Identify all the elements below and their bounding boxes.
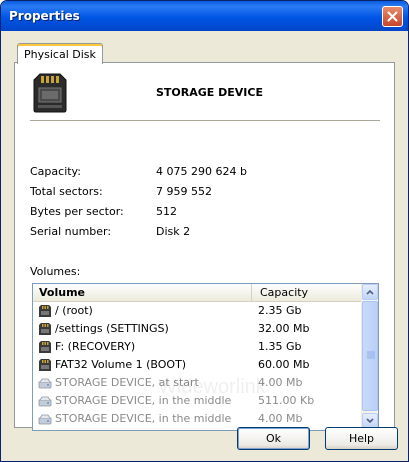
volumes-label: Volumes: (30, 265, 81, 278)
storage-device-icon (33, 73, 67, 113)
volume-capacity: 32.00 Mb (258, 322, 310, 335)
list-item[interactable]: / (root) 2.35 Gb (33, 302, 361, 320)
volume-capacity: 511.00 Kb (258, 394, 315, 407)
close-icon (387, 11, 398, 22)
tab-physical-disk[interactable]: Physical Disk (17, 43, 103, 64)
volume-icon (39, 323, 51, 335)
serial-number-label: Serial number: (30, 225, 112, 238)
volume-capacity: 60.00 Mb (258, 358, 310, 371)
free-space-icon (38, 414, 52, 425)
scroll-thumb[interactable] (362, 301, 378, 411)
volume-name: /settings (SETTINGS) (55, 322, 169, 335)
properties-dialog: Properties Physical Disk STORAGE DEVICE (0, 0, 409, 462)
volume-icon (39, 359, 51, 371)
divider (30, 120, 380, 121)
volume-name: F: (RECOVERY) (55, 340, 136, 353)
grip-icon (367, 351, 375, 359)
device-name: STORAGE DEVICE (156, 86, 263, 99)
bytes-per-sector-value: 512 (156, 205, 177, 218)
list-item[interactable]: FAT32 Volume 1 (BOOT) 60.00 Mb (33, 356, 361, 374)
volume-name: FAT32 Volume 1 (BOOT) (55, 358, 187, 371)
list-item[interactable]: STORAGE DEVICE, in the middle 4.00 Mb (33, 410, 361, 428)
ok-button[interactable]: Ok (237, 427, 310, 450)
total-sectors-label: Total sectors: (30, 185, 103, 198)
capacity-value: 4 075 290 624 b (156, 165, 247, 178)
vertical-scrollbar[interactable] (361, 284, 378, 430)
free-space-icon (38, 378, 52, 389)
title-bar[interactable]: Properties (1, 1, 408, 31)
list-header: Volume Capacity (33, 284, 361, 302)
scroll-up-button[interactable] (362, 284, 378, 300)
volume-name: STORAGE DEVICE, in the middle (55, 412, 232, 425)
chevron-down-icon (366, 418, 374, 424)
tab-panel: STORAGE DEVICE Capacity: 4 075 290 624 b… (14, 62, 395, 431)
volume-capacity: 1.35 Gb (258, 340, 302, 353)
window-title: Properties (9, 9, 80, 23)
help-button[interactable]: Help (325, 427, 398, 450)
close-button[interactable] (382, 6, 403, 27)
free-space-icon (38, 396, 52, 407)
column-header-volume[interactable]: Volume (33, 284, 252, 301)
volume-icon (39, 341, 51, 353)
volume-capacity: 2.35 Gb (258, 304, 302, 317)
dialog-body: Physical Disk STORAGE DEVICE Capacity: 4… (4, 31, 405, 459)
volume-capacity: 4.00 Mb (258, 412, 303, 425)
tab-label: Physical Disk (24, 47, 96, 61)
capacity-label: Capacity: (30, 165, 81, 178)
list-item[interactable]: F: (RECOVERY) 1.35 Gb (33, 338, 361, 356)
serial-number-value: Disk 2 (156, 225, 191, 238)
volume-name: / (root) (55, 304, 93, 317)
volume-icon (39, 305, 51, 317)
watermark: Wideworlink (158, 376, 266, 398)
total-sectors-value: 7 959 552 (156, 185, 212, 198)
volumes-list[interactable]: Volume Capacity / (root) 2.35 Gb /settin… (32, 283, 379, 431)
column-header-capacity[interactable]: Capacity (252, 284, 361, 301)
list-item[interactable]: /settings (SETTINGS) 32.00 Mb (33, 320, 361, 338)
chevron-up-icon (366, 289, 374, 295)
bytes-per-sector-label: Bytes per sector: (30, 205, 124, 218)
